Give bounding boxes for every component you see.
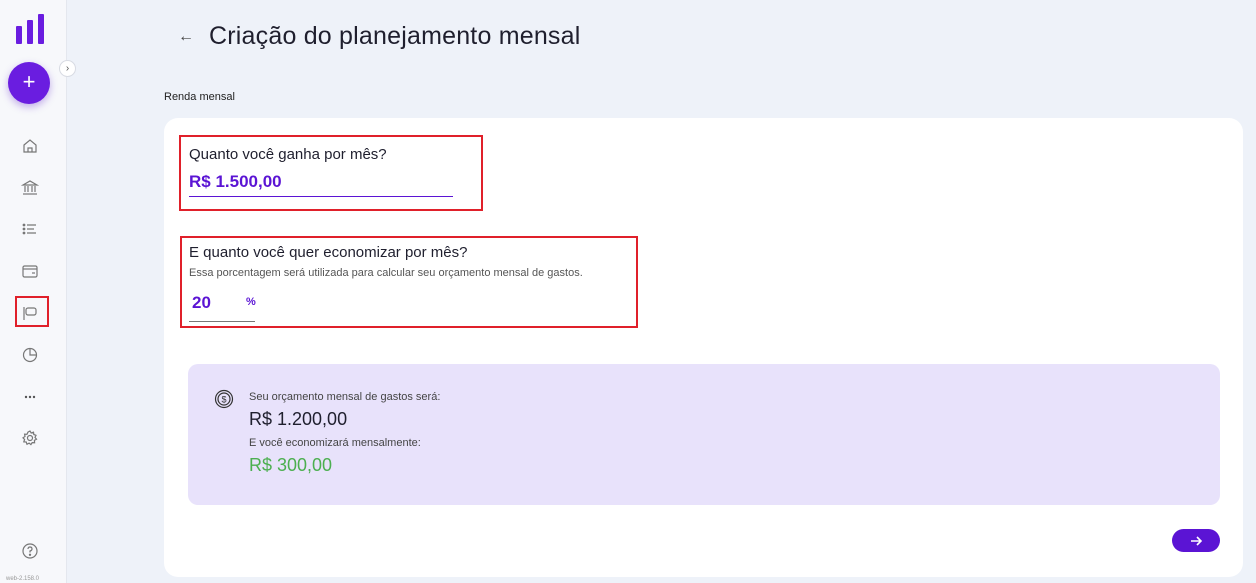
savings-label: E você economizará mensalmente:: [249, 437, 421, 449]
savings-question: E quanto você quer economizar por mês?: [189, 244, 468, 261]
version-label: web-2.158.0: [6, 576, 40, 582]
next-button[interactable]: [1172, 529, 1220, 552]
arrow-right-icon: [1191, 535, 1203, 546]
savings-help-text: Essa porcentagem será utilizada para cal…: [189, 267, 583, 279]
active-nav-highlight: [15, 296, 49, 327]
section-label: Renda mensal: [164, 91, 235, 103]
add-button[interactable]: +: [8, 62, 50, 104]
svg-text:$: $: [221, 395, 226, 405]
budget-label: Seu orçamento mensal de gastos será:: [249, 391, 441, 403]
sidebar-item-help[interactable]: [20, 541, 40, 561]
sidebar-item-cards[interactable]: [20, 261, 40, 281]
sidebar-item-accounts[interactable]: [20, 178, 40, 198]
page-header: ← Criação do planejamento mensal: [178, 22, 581, 51]
coin-icon: $: [214, 389, 234, 409]
pie-chart-icon: [22, 347, 38, 363]
card-icon: [22, 265, 38, 278]
sidebar-item-more[interactable]: [20, 387, 40, 407]
savings-value: R$ 300,00: [249, 455, 333, 475]
sidebar-item-home[interactable]: [20, 136, 40, 156]
list-icon: [22, 223, 36, 235]
more-icon: [24, 395, 36, 399]
budget-value: R$ 1.200,00: [249, 409, 348, 429]
income-question: Quanto você ganha por mês?: [189, 146, 387, 163]
sidebar-item-reports[interactable]: [20, 345, 40, 365]
income-input[interactable]: R$ 1.500,00: [189, 172, 282, 192]
app-logo[interactable]: [16, 14, 44, 44]
percent-unit: %: [246, 296, 256, 308]
home-icon: [23, 139, 37, 153]
bank-icon: [21, 180, 39, 195]
sidebar-collapse-button[interactable]: ›: [59, 60, 76, 77]
sidebar: + web-2.158.0: [0, 0, 67, 583]
page-title: Criação do planejamento mensal: [209, 22, 581, 50]
budget-summary-panel: [188, 364, 1220, 505]
sidebar-item-settings[interactable]: [20, 428, 40, 448]
savings-input-underline: [189, 321, 255, 322]
savings-percent-input[interactable]: 20: [192, 293, 211, 313]
income-input-underline: [189, 196, 453, 197]
gear-icon: [22, 430, 38, 446]
help-icon: [22, 543, 38, 559]
back-arrow-icon[interactable]: ←: [178, 28, 200, 46]
sidebar-item-transactions[interactable]: [20, 219, 40, 239]
